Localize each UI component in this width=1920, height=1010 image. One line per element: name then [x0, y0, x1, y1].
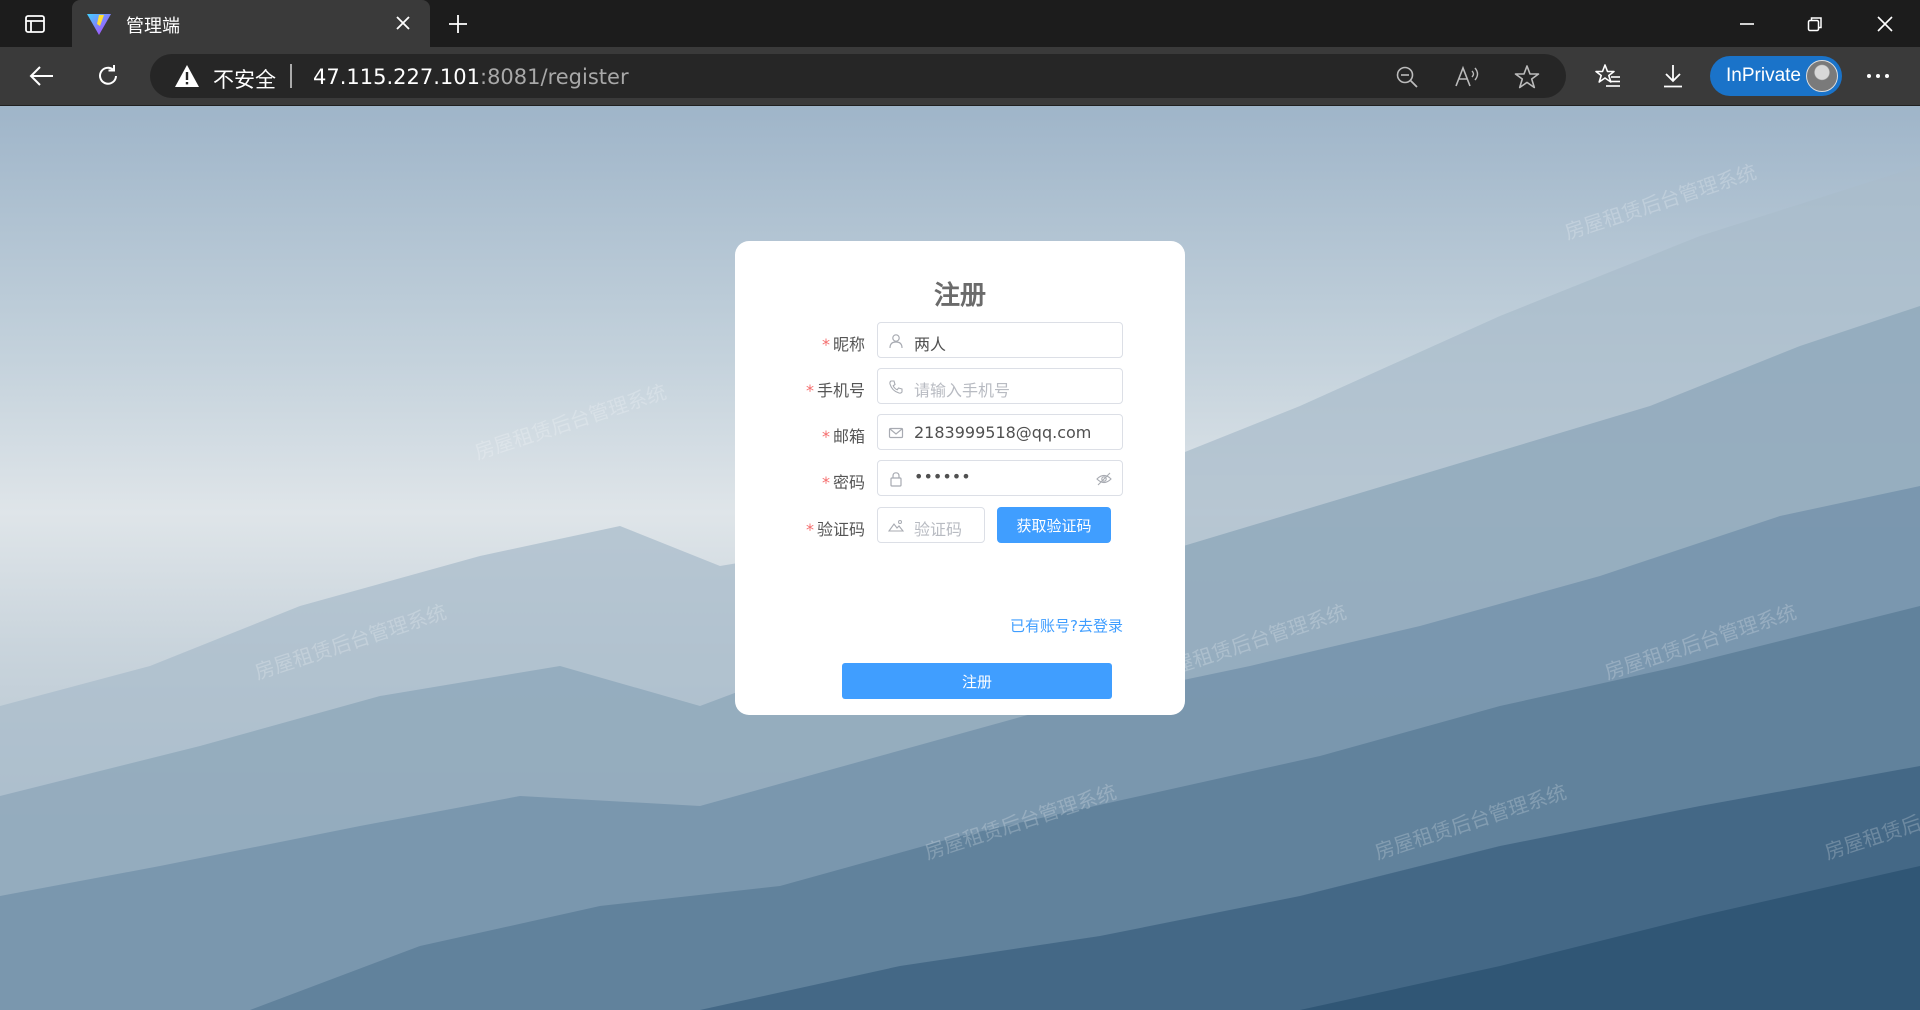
address-separator	[290, 64, 292, 88]
password-input[interactable]: ••••••	[877, 460, 1123, 496]
phone-icon	[888, 379, 904, 395]
more-menu-icon[interactable]	[1862, 60, 1894, 92]
get-code-button[interactable]: 获取验证码	[997, 507, 1111, 543]
phone-placeholder: 请输入手机号	[914, 381, 1011, 400]
url-text[interactable]: 47.115.227.101:8081/register	[313, 65, 629, 89]
restore-icon[interactable]	[1792, 8, 1838, 40]
address-bar[interactable]: 不安全 47.115.227.101:8081/register	[150, 54, 1566, 98]
image-icon	[887, 518, 905, 534]
download-icon[interactable]	[1657, 60, 1689, 92]
phone-label: * 手机号	[805, 381, 865, 400]
avatar[interactable]	[1806, 60, 1838, 92]
inprivate-label: InPrivate	[1726, 65, 1801, 86]
register-card: 注册 * 昵称 两人 * 手机号 请输入手机号 * 邮箱 2183999518@…	[735, 241, 1185, 715]
required-mark: *	[821, 335, 830, 354]
nickname-value: 两人	[914, 335, 947, 354]
vite-logo-icon	[86, 12, 112, 36]
required-mark: *	[805, 381, 814, 400]
login-link[interactable]: 已有账号?去登录	[1010, 615, 1123, 636]
captcha-row: * 验证码 验证码 获取验证码	[735, 507, 1185, 545]
register-button[interactable]: 注册	[842, 663, 1112, 699]
mail-icon	[888, 425, 904, 441]
tab-actions-icon[interactable]	[22, 11, 48, 37]
zoom-out-icon[interactable]	[1394, 64, 1420, 90]
captcha-label: * 验证码	[805, 520, 865, 539]
url-path: :8081/register	[480, 65, 629, 89]
phone-row: * 手机号 请输入手机号	[735, 368, 1185, 406]
email-label: * 邮箱	[821, 427, 865, 446]
refresh-icon[interactable]	[92, 60, 124, 92]
tab-title: 管理端	[126, 16, 180, 37]
lock-icon	[888, 471, 904, 487]
new-tab-icon[interactable]	[443, 9, 473, 39]
register-title: 注册	[933, 281, 986, 311]
nickname-input[interactable]: 两人	[877, 322, 1123, 358]
browser-titlebar: 管理端	[0, 0, 1920, 47]
email-value: 2183999518@qq.com	[914, 423, 1092, 442]
password-value: ••••••	[914, 467, 971, 486]
phone-input[interactable]: 请输入手机号	[877, 368, 1123, 404]
email-row: * 邮箱 2183999518@qq.com	[735, 414, 1185, 452]
nickname-label: * 昵称	[821, 335, 865, 354]
captcha-input[interactable]: 验证码	[877, 507, 985, 543]
browser-toolbar: 不安全 47.115.227.101:8081/register InPriva…	[0, 47, 1920, 106]
hide-password-icon[interactable]	[1096, 471, 1112, 487]
favorites-icon[interactable]	[1592, 60, 1624, 92]
url-host: 47.115.227.101	[313, 65, 480, 89]
read-aloud-icon[interactable]	[1454, 64, 1480, 90]
inprivate-badge[interactable]: InPrivate	[1710, 56, 1842, 96]
email-input[interactable]: 2183999518@qq.com	[877, 414, 1123, 450]
required-mark: *	[821, 427, 830, 446]
favorite-star-icon[interactable]	[1514, 64, 1540, 90]
back-icon[interactable]	[26, 60, 58, 92]
required-mark: *	[821, 473, 830, 492]
close-window-icon[interactable]	[1862, 8, 1908, 40]
password-label: * 密码	[821, 473, 865, 492]
browser-tab[interactable]: 管理端	[72, 0, 430, 47]
page-background: 房屋租赁后台管理系统 房屋租赁后台管理系统 房屋租赁后台管理系统 房屋租赁后台管…	[0, 106, 1920, 1010]
password-row: * 密码 ••••••	[735, 460, 1185, 498]
required-mark: *	[805, 520, 814, 539]
user-icon	[888, 333, 904, 349]
warning-icon[interactable]	[174, 64, 200, 88]
minimize-icon[interactable]	[1724, 8, 1770, 40]
nickname-row: * 昵称 两人	[735, 322, 1185, 360]
security-label[interactable]: 不安全	[213, 64, 276, 94]
close-tab-icon[interactable]	[390, 10, 416, 36]
captcha-placeholder: 验证码	[914, 520, 963, 539]
